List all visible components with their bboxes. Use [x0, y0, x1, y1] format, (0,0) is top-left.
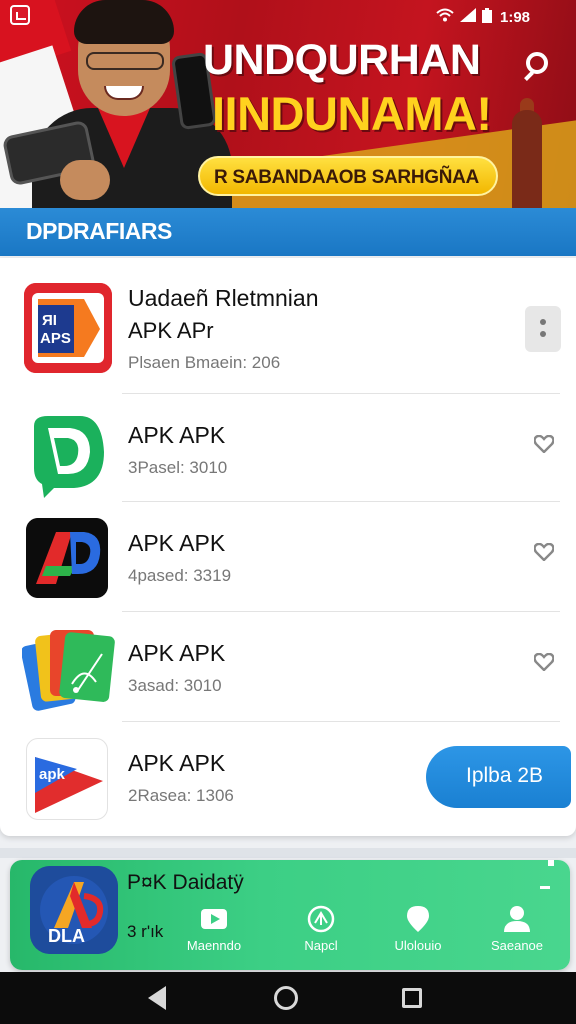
- nav-item-video[interactable]: Maenndo: [174, 904, 254, 953]
- promo-badge-dot: [548, 860, 554, 866]
- hero-pill-banner[interactable]: R SABANDAAOB SARHGÑAA: [198, 156, 498, 196]
- recents-icon[interactable]: [402, 988, 422, 1008]
- app-meta: 4pased: 3319: [128, 566, 232, 585]
- nav-item-location[interactable]: Ulolouio: [378, 904, 458, 953]
- app-list: ЯI APS Uadaeñ Rletmnian APK APr Plsaen B…: [0, 258, 576, 836]
- wifi-icon: [436, 8, 454, 26]
- promo-app-icon[interactable]: DLA: [30, 866, 118, 954]
- heart-icon[interactable]: [534, 543, 554, 561]
- back-icon[interactable]: [148, 986, 166, 1010]
- list-item[interactable]: ЯI APS Uadaeñ Rletmnian APK APr Plsaen B…: [0, 258, 576, 394]
- promo-title: P¤K Daidatÿ: [127, 871, 244, 894]
- person-hair: [74, 0, 174, 44]
- person-glasses: [86, 52, 164, 70]
- app-icon-3: [26, 518, 108, 598]
- list-item[interactable]: APK APK 4pased: 3319: [0, 502, 576, 612]
- promo-icon-text: DLA: [48, 926, 85, 946]
- svg-text:ЯI: ЯI: [42, 312, 57, 329]
- app-meta: 2Rasea: 1306: [128, 786, 234, 805]
- hero-person: [1, 0, 232, 208]
- nav-item-compass[interactable]: Napcl: [281, 904, 361, 953]
- menu-icon[interactable]: [525, 306, 561, 352]
- battery-icon: [482, 7, 492, 27]
- app-notification-icon: [10, 5, 30, 25]
- app-icon-2: [24, 408, 112, 498]
- promo-subtitle: 3 r'ık: [127, 922, 164, 941]
- promo-gap: [0, 848, 576, 858]
- section-title: DPDRAFIARS: [26, 218, 172, 244]
- app-title: APK APK: [128, 640, 226, 666]
- heart-icon[interactable]: [534, 435, 554, 453]
- nav-label: Maenndo: [186, 938, 242, 953]
- app-meta: 3Pasel: 3010: [128, 458, 228, 477]
- app-title: APK APK: [128, 530, 226, 556]
- app-icon-5: apk: [26, 738, 108, 820]
- status-bar: 1:98: [436, 6, 530, 28]
- app-title: APK APK: [128, 750, 226, 776]
- status-time: 1:98: [500, 8, 531, 26]
- close-icon[interactable]: [540, 886, 550, 889]
- app-title: Uadaeñ Rletmnian: [128, 285, 319, 311]
- app-meta: 3asad: 3010: [128, 676, 222, 695]
- profile-icon: [502, 904, 532, 934]
- app-icon-1: ЯI APS: [24, 283, 112, 373]
- nav-item-profile[interactable]: Saeanoe: [477, 904, 557, 953]
- section-header: DPDRAFIARS: [0, 208, 576, 256]
- svg-text:apk: apk: [39, 766, 66, 783]
- nav-label: Ulolouio: [394, 938, 442, 953]
- download-button-label: Iplba 2B: [466, 764, 544, 787]
- app-screen: UNDQURHAN IINDUNAMA! R SABANDAAOB SARHGÑ…: [0, 0, 576, 1024]
- svg-text:APS: APS: [40, 330, 71, 347]
- hero-pill-text: R SABANDAAOB SARHGÑAA: [214, 167, 479, 188]
- home-icon[interactable]: [274, 986, 298, 1010]
- video-icon: [199, 904, 229, 934]
- hero-title-line2: IINDUNAMA!: [212, 87, 492, 140]
- search-icon[interactable]: [522, 50, 556, 84]
- signal-icon: [460, 8, 476, 26]
- hero-title-line1: UNDQURHAN: [203, 36, 481, 84]
- compass-icon: [306, 904, 336, 934]
- app-title: APK APK: [128, 422, 226, 448]
- download-button[interactable]: Iplba 2B: [426, 746, 571, 808]
- list-item[interactable]: APK APK 3asad: 3010: [0, 612, 576, 722]
- person-hand: [60, 160, 110, 200]
- hero-banner[interactable]: UNDQURHAN IINDUNAMA! R SABANDAAOB SARHGÑ…: [0, 0, 576, 208]
- app-meta: Plsaen Bmaein: 206: [128, 353, 281, 372]
- nav-label: Napcl: [304, 938, 338, 953]
- list-item[interactable]: APK APK 3Pasel: 3010: [0, 394, 576, 502]
- monument-tower: [512, 110, 542, 208]
- location-pin-icon: [403, 904, 433, 934]
- system-nav-bar: [0, 972, 576, 1024]
- nav-label: Saeanoe: [490, 938, 544, 953]
- app-icon-4: [22, 624, 118, 714]
- app-subtitle: APK APr: [128, 318, 214, 343]
- heart-icon[interactable]: [534, 653, 554, 671]
